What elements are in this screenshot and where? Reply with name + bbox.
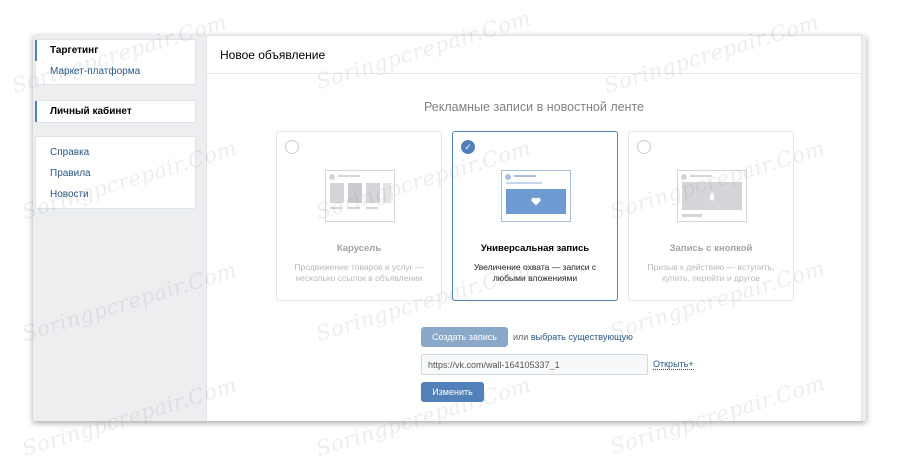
section-title: Рекламные записи в новостной ленте <box>423 100 645 114</box>
sidebar-item-market-platform[interactable]: Маркет-платформа <box>36 61 195 82</box>
sidebar-item-targeting[interactable]: Таргетинг <box>35 40 195 61</box>
page-title: Новое объявление <box>207 36 861 74</box>
check-icon[interactable]: ✓ <box>461 140 475 154</box>
sidebar-group-help: Справка Правила Новости <box>35 136 196 209</box>
option-description: Призыв к действию — вступить, купить, пе… <box>647 262 775 283</box>
main-panel: Новое объявление Рекламные записи в ново… <box>206 35 862 421</box>
sidebar-group-account: Личный кабинет <box>35 100 196 123</box>
option-title: Запись с кнопкой <box>669 243 753 254</box>
plus-icon: + <box>688 359 694 369</box>
post-url-input[interactable] <box>421 354 648 375</box>
option-description: Продвижение товаров и услуг — несколько … <box>294 262 424 283</box>
option-title: Карусель <box>336 243 382 254</box>
choose-existing-link[interactable]: выбрать существующую <box>531 332 633 342</box>
option-universal-post[interactable]: ✓ Универсальная запись Увеличение охвата… <box>452 131 618 301</box>
create-post-button[interactable]: Создать запись <box>421 327 508 347</box>
option-button-post[interactable]: Запись с кнопкой Призыв к действию — вст… <box>628 131 794 301</box>
choose-existing-text: или выбрать существующую <box>513 327 633 347</box>
radio-carousel[interactable] <box>285 140 299 154</box>
sidebar-item-personal-cabinet[interactable]: Личный кабинет <box>35 101 195 122</box>
open-link[interactable]: Открыть+ <box>653 356 694 370</box>
sidebar-item-news[interactable]: Новости <box>36 184 195 205</box>
open-link-label: Открыть <box>653 359 689 369</box>
universal-post-preview-icon <box>501 170 571 222</box>
radio-button-post[interactable] <box>637 140 651 154</box>
option-description: Увеличение охвата — записи с любыми влож… <box>473 262 597 283</box>
option-title: Универсальная запись <box>480 243 590 254</box>
sidebar-group-ads: Таргетинг Маркет-платформа <box>35 39 196 85</box>
option-carousel[interactable]: Карусель Продвижение товаров и услуг — н… <box>276 131 442 301</box>
sidebar-item-help[interactable]: Справка <box>36 142 195 163</box>
or-label: или <box>513 332 529 342</box>
carousel-preview-icon <box>325 170 395 222</box>
app-window: Таргетинг Маркет-платформа Личный кабине… <box>33 35 866 421</box>
sidebar-item-rules[interactable]: Правила <box>36 163 195 184</box>
change-button[interactable]: Изменить <box>421 382 484 402</box>
button-post-preview-icon <box>677 170 747 222</box>
